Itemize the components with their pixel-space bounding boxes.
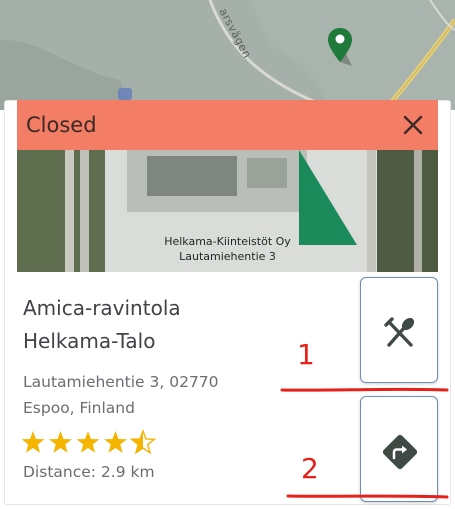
fork-spoon-icon bbox=[384, 317, 415, 347]
star-icon bbox=[104, 431, 127, 453]
status-label: Closed bbox=[26, 113, 97, 137]
map-pin-icon[interactable] bbox=[326, 26, 358, 70]
directions-icon bbox=[382, 434, 418, 470]
distance-label: Distance: 2.9 km bbox=[23, 463, 155, 481]
address-line-1: Lautamiehentie 3, 02770 bbox=[23, 373, 219, 391]
address-line-2: Espoo, Finland bbox=[23, 399, 135, 417]
star-icon bbox=[49, 431, 72, 453]
sign-text-line-1: Helkama-Kiinteistöt Oy bbox=[164, 235, 291, 248]
status-banner: Closed bbox=[17, 100, 438, 150]
restaurant-button[interactable] bbox=[360, 277, 438, 383]
annotation-label-1: 1 bbox=[297, 338, 315, 371]
star-icon bbox=[129, 428, 157, 455]
close-button[interactable] bbox=[398, 110, 428, 140]
star-icon bbox=[76, 431, 100, 453]
annotation-label-2: 2 bbox=[301, 452, 319, 485]
rating-stars bbox=[21, 428, 157, 455]
place-name-line-2: Helkama-Talo bbox=[23, 329, 156, 353]
star-icon bbox=[21, 431, 45, 453]
directions-button[interactable] bbox=[360, 396, 438, 502]
sign-text-line-2: Lautamiehentie 3 bbox=[179, 250, 276, 263]
place-photo: Helkama-Kiinteistöt Oy Lautamiehentie 3 bbox=[17, 150, 438, 272]
close-icon bbox=[403, 115, 423, 135]
map-view[interactable]: arsvägen bbox=[0, 0, 455, 110]
place-name-line-1: Amica-ravintola bbox=[23, 296, 181, 320]
